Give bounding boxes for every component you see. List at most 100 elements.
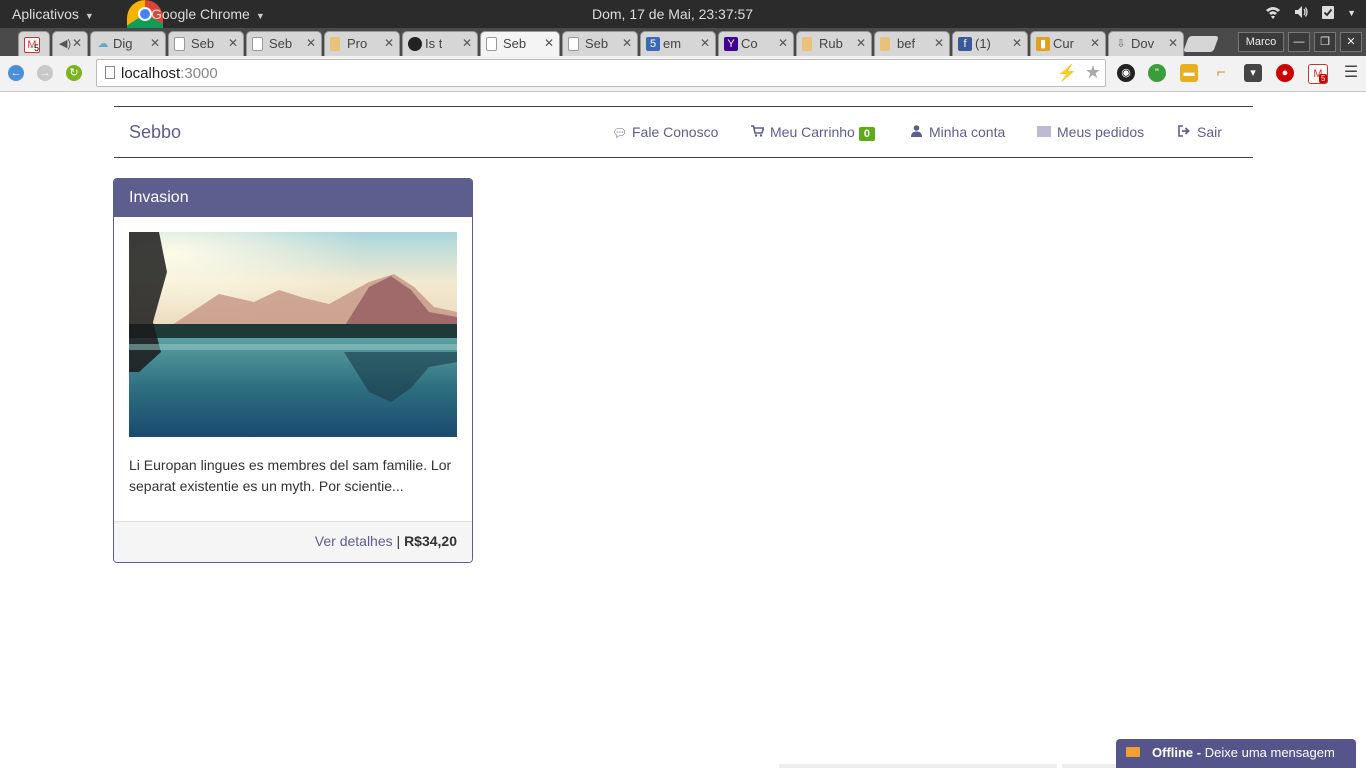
tab[interactable]: Seb ✕ [562, 31, 638, 56]
tab[interactable]: 5 em ✕ [640, 31, 716, 56]
html5-icon: 5 [646, 37, 660, 51]
details-link[interactable]: Ver detalhes [315, 533, 393, 549]
tab-title: Seb [191, 36, 215, 51]
tab-title: Seb [503, 36, 527, 51]
close-icon[interactable]: ✕ [700, 36, 710, 50]
nav-cart[interactable]: Meu Carrinho 0 [750, 124, 875, 141]
chevron-down-icon: ▼ [84, 11, 94, 21]
product-card: Invasion Li Europan lingues es membres d… [113, 178, 473, 563]
tab[interactable]: Is t ✕ [402, 31, 478, 56]
chart-icon: ▮ [1036, 37, 1050, 51]
active-app-label: Google Chrome [151, 6, 250, 22]
close-icon[interactable]: ✕ [544, 36, 554, 50]
site-brand[interactable]: Sebbo [129, 122, 181, 143]
product-footer: Ver detalhes | R$34,20 [114, 521, 472, 562]
yahoo-icon: Y [724, 37, 738, 51]
tab[interactable]: bef ✕ [874, 31, 950, 56]
close-icon[interactable]: ✕ [934, 36, 944, 50]
nav-orders-label: Meus pedidos [1057, 124, 1145, 140]
gmail-badge: 5 [1319, 74, 1328, 83]
product-image[interactable] [129, 232, 457, 437]
close-icon[interactable]: ✕ [72, 36, 82, 50]
page-icon [252, 37, 263, 51]
hangouts-icon[interactable]: " [1148, 64, 1166, 82]
forward-button[interactable]: → [37, 65, 53, 81]
nav-orders[interactable]: Meus pedidos [1037, 124, 1144, 140]
clock[interactable]: Dom, 17 de Mai, 23:37:57 [592, 6, 753, 22]
close-icon[interactable]: ✕ [384, 36, 394, 50]
url-text: localhost:3000 [121, 65, 218, 82]
tab[interactable]: f (1) ✕ [952, 31, 1028, 56]
minimize-button[interactable]: — [1288, 32, 1310, 52]
close-icon[interactable]: ✕ [856, 36, 866, 50]
tab[interactable]: Pro ✕ [324, 31, 400, 56]
tab[interactable]: ▮ Cur ✕ [1030, 31, 1106, 56]
tab-title: (1) [975, 36, 991, 51]
applications-menu[interactable]: Aplicativos ▼ [12, 6, 94, 22]
tab[interactable]: ☁ Dig ✕ [90, 31, 166, 56]
envelope-icon [1126, 747, 1140, 757]
extension-icon[interactable]: ◉ [1117, 64, 1135, 82]
close-icon[interactable]: ✕ [1012, 36, 1022, 50]
applications-label: Aplicativos [12, 6, 79, 22]
pocket-icon[interactable]: ▾ [1244, 64, 1262, 82]
doc-icon [330, 37, 340, 51]
close-icon[interactable]: ✕ [622, 36, 632, 50]
chevron-down-icon: ▼ [255, 11, 265, 21]
maximize-button[interactable]: ❐ [1314, 32, 1336, 52]
gmail-extension-icon[interactable]: M5 [1308, 64, 1328, 84]
os-top-panel: Aplicativos ▼ Google Chrome ▼ Dom, 17 de M… [0, 0, 1366, 28]
close-icon[interactable]: ✕ [462, 36, 472, 50]
tab-audio[interactable]: ◀) ✕ [52, 31, 88, 56]
chat-widget[interactable]: Offline - Deixe uma mensagem [1116, 739, 1356, 768]
clipboard-check-icon[interactable] [1321, 4, 1335, 23]
ruler-icon[interactable]: ▬ [1180, 64, 1198, 82]
nav-contact[interactable]: 💬︎ Fale Conosco [612, 124, 718, 140]
page-icon [486, 37, 497, 51]
tab[interactable]: Seb ✕ [246, 31, 322, 56]
doc-icon [802, 37, 812, 51]
browser-tabstrip: M 5 ◀) ✕ ☁ Dig ✕ Seb ✕ Seb ✕ Pro ✕ Is t ✕ Seb ✕… [0, 28, 1366, 56]
wifi-icon[interactable] [1265, 4, 1281, 23]
close-icon[interactable]: ✕ [1168, 36, 1178, 50]
bottom-bar [779, 764, 1057, 768]
tab[interactable]: Seb ✕ [168, 31, 244, 56]
rails-extension-icon[interactable]: ⚡ [1057, 63, 1077, 83]
tab-title: Dig [113, 36, 133, 51]
tools-icon[interactable]: ⌐ [1212, 64, 1230, 82]
bookmark-star-icon[interactable]: ★ [1085, 62, 1101, 83]
tab-active[interactable]: Seb ✕ [480, 31, 560, 56]
doc-icon [880, 37, 890, 51]
close-window-button[interactable]: ✕ [1340, 32, 1362, 52]
back-button[interactable]: ← [8, 65, 24, 81]
tab[interactable]: ⇩ Dov ✕ [1108, 31, 1184, 56]
new-tab-button[interactable] [1183, 36, 1219, 52]
close-icon[interactable]: ✕ [150, 36, 160, 50]
nav-account-label: Minha conta [929, 124, 1006, 140]
active-app-menu[interactable]: Google Chrome ▼ [151, 6, 265, 22]
close-icon[interactable]: ✕ [306, 36, 316, 50]
download-icon: ⇩ [1116, 38, 1126, 50]
volume-icon[interactable] [1293, 4, 1309, 23]
stop-icon[interactable]: ● [1276, 64, 1294, 82]
close-icon[interactable]: ✕ [1090, 36, 1100, 50]
menu-icon[interactable]: ☰ [1342, 64, 1360, 82]
address-bar[interactable]: localhost:3000 ⚡ ★ [96, 59, 1106, 87]
reload-button[interactable]: ↻ [66, 65, 82, 81]
tab-title: Seb [269, 36, 293, 51]
browser-toolbar: ← → ↻ localhost:3000 ⚡ ★ ◉ " ▬ ⌐ ▾ ● M5 … [0, 56, 1366, 92]
tab-title: Rub [819, 36, 843, 51]
facebook-icon: f [958, 37, 972, 51]
barcode-icon [1037, 126, 1051, 140]
tab[interactable]: Y Co ✕ [718, 31, 794, 56]
close-icon[interactable]: ✕ [778, 36, 788, 50]
close-icon[interactable]: ✕ [228, 36, 238, 50]
tab-gmail[interactable]: M 5 [18, 31, 50, 56]
site-navbar: Sebbo 💬︎ Fale Conosco Meu Carrinho 0 Minha… [114, 106, 1253, 158]
profile-button[interactable]: Marco [1238, 32, 1284, 52]
nav-account[interactable]: Minha conta [909, 124, 1005, 140]
tab[interactable]: Rub ✕ [796, 31, 872, 56]
page-icon [105, 66, 115, 79]
nav-logout[interactable]: Sair [1177, 124, 1222, 140]
caret-down-icon[interactable]: ▼ [1347, 4, 1356, 23]
